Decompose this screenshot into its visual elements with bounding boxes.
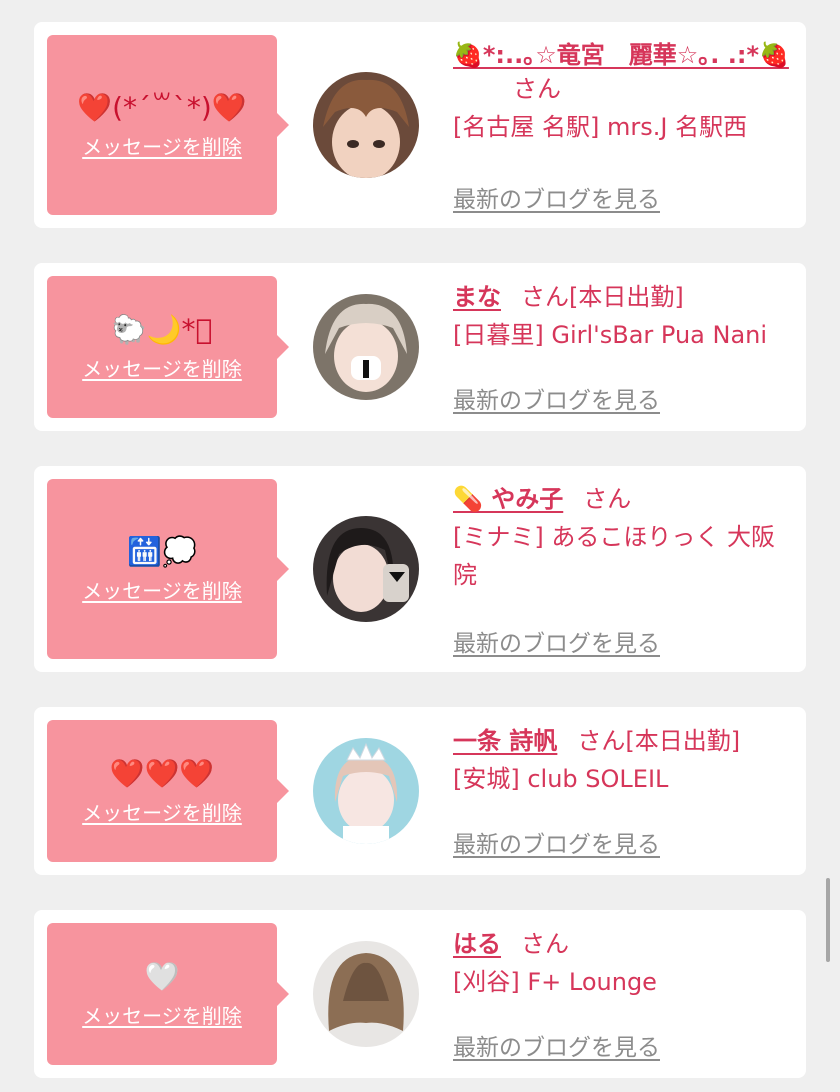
latest-blog-link[interactable]: 最新のブログを見る (453, 624, 660, 658)
shop-info: [ミナミ] あるこほりっく 大阪院 (453, 523, 775, 589)
message-text: ❤️❤️❤️ (109, 756, 215, 790)
san-suffix: さん (521, 930, 569, 958)
profile-name-link[interactable]: はる (453, 930, 501, 958)
avatar[interactable] (313, 941, 419, 1047)
message-text: 🐑🌙*ﾟ (111, 312, 213, 346)
san-suffix: さん (513, 75, 561, 103)
message-card: ❤️❤️❤️ メッセージを削除 一条 詩帆 さん[本日出勤] [安城] club … (34, 707, 806, 875)
avatar-woman-dark-hair-icon (313, 516, 419, 622)
avatar[interactable] (313, 72, 419, 178)
message-card: 🐑🌙*ﾟ メッセージを削除 まな さん[本日出勤] [日暮里] Girl'sBar… (34, 263, 806, 431)
message-text: 🛗💭 (127, 534, 197, 568)
message-card: 🤍 メッセージを削除 はる さん [刈谷] F+ Lounge 最新のブログを見る (34, 910, 806, 1078)
profile-info: はる さん [刈谷] F+ Lounge (453, 925, 795, 1001)
profile-info: 💊 やみ子 さん [ミナミ] あるこほりっく 大阪院 (453, 480, 795, 594)
profile-name-link[interactable]: まな (453, 283, 501, 311)
delete-message-link[interactable]: メッセージを削除 (82, 131, 242, 160)
scrollbar[interactable] (826, 878, 830, 962)
attendance-status: [本日出勤] (569, 283, 684, 311)
latest-blog-link[interactable]: 最新のブログを見る (453, 180, 660, 214)
avatar-woman-with-mask-icon (313, 294, 419, 400)
avatar[interactable] (313, 738, 419, 844)
shop-info: [安城] club SOLEIL (453, 765, 669, 793)
message-card: ❤️(*´꒳`*)❤️ メッセージを削除 🍓*:..｡☆竜宮 麗華☆｡. .:*… (34, 22, 806, 228)
delete-message-link[interactable]: メッセージを削除 (82, 353, 242, 382)
message-bubble: 🤍 メッセージを削除 (47, 923, 289, 1065)
avatar-woman-tiara-icon (313, 738, 419, 844)
message-card: 🛗💭 メッセージを削除 💊 やみ子 さん [ミナミ] あるこほりっく 大阪院 最新… (34, 466, 806, 672)
avatar[interactable] (313, 294, 419, 400)
delete-message-link[interactable]: メッセージを削除 (82, 575, 242, 604)
message-bubble: ❤️❤️❤️ メッセージを削除 (47, 720, 289, 862)
latest-blog-link[interactable]: 最新のブログを見る (453, 1028, 660, 1062)
profile-name-link[interactable]: 🍓*:..｡☆竜宮 麗華☆｡. .:*🍓 (453, 41, 789, 69)
shop-info: [名古屋 名駅] mrs.J 名駅西 (453, 113, 748, 141)
message-text: ❤️(*´꒳`*)❤️ (77, 90, 247, 124)
profile-name-link[interactable]: 一条 詩帆 (453, 727, 557, 755)
san-suffix: さん (521, 283, 569, 311)
message-text: 🤍 (144, 959, 180, 993)
message-bubble: ❤️(*´꒳`*)❤️ メッセージを削除 (47, 35, 289, 215)
shop-info: [刈谷] F+ Lounge (453, 968, 657, 996)
avatar-woman-brown-bangs-icon (313, 72, 419, 178)
delete-message-link[interactable]: メッセージを削除 (82, 797, 242, 826)
profile-info: 🍓*:..｡☆竜宮 麗華☆｡. .:*🍓 さん [名古屋 名駅] mrs.J 名… (453, 36, 795, 146)
san-suffix: さん (583, 485, 632, 513)
avatar[interactable] (313, 516, 419, 622)
latest-blog-link[interactable]: 最新のブログを見る (453, 825, 660, 859)
attendance-status: [本日出勤] (625, 727, 741, 755)
profile-name-link[interactable]: 💊 やみ子 (453, 485, 563, 513)
profile-info: 一条 詩帆 さん[本日出勤] [安城] club SOLEIL (453, 722, 795, 798)
message-bubble: 🐑🌙*ﾟ メッセージを削除 (47, 276, 289, 418)
shop-info: [日暮里] Girl'sBar Pua Nani (453, 321, 768, 349)
avatar-short-bob-hair-icon (313, 941, 419, 1047)
latest-blog-link[interactable]: 最新のブログを見る (453, 381, 660, 415)
san-suffix: さん (577, 727, 626, 755)
message-bubble: 🛗💭 メッセージを削除 (47, 479, 289, 659)
profile-info: まな さん[本日出勤] [日暮里] Girl'sBar Pua Nani (453, 278, 795, 354)
delete-message-link[interactable]: メッセージを削除 (82, 1000, 242, 1029)
